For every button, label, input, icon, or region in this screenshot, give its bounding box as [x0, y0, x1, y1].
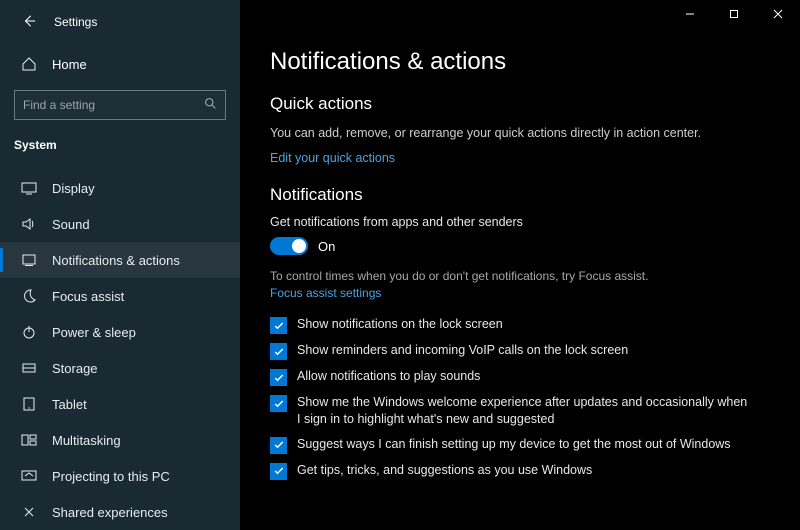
sidebar-item-tablet[interactable]: Tablet [0, 386, 240, 422]
sidebar-item-power-sleep[interactable]: Power & sleep [0, 314, 240, 350]
search-box[interactable] [14, 90, 226, 120]
home-label: Home [52, 57, 87, 72]
quick-actions-heading: Quick actions [270, 94, 770, 114]
sidebar-item-projecting-to-this-pc[interactable]: Projecting to this PC [0, 458, 240, 494]
notifications-toggle-row: On [270, 237, 770, 255]
checkbox[interactable] [270, 463, 287, 480]
sidebar: Settings Home System Display Sound Notific… [0, 0, 240, 530]
close-button[interactable] [756, 0, 800, 28]
checkbox-row: Allow notifications to play sounds [270, 368, 750, 386]
sidebar-item-label: Notifications & actions [52, 253, 180, 268]
page-title: Notifications & actions [270, 48, 770, 76]
notifications-subhead: Get notifications from apps and other se… [270, 215, 770, 229]
checkbox-row: Get tips, tricks, and suggestions as you… [270, 462, 750, 480]
checkbox[interactable] [270, 343, 287, 360]
share-icon [20, 504, 38, 520]
sidebar-item-label: Multitasking [52, 433, 121, 448]
projecting-icon [20, 468, 38, 484]
focus-assist-settings-link[interactable]: Focus assist settings [270, 286, 381, 300]
sidebar-item-display[interactable]: Display [0, 170, 240, 206]
sidebar-item-label: Power & sleep [52, 325, 136, 340]
checkbox-label: Suggest ways I can finish setting up my … [297, 436, 731, 453]
checkbox-row: Show notifications on the lock screen [270, 316, 750, 334]
home-icon [20, 56, 38, 72]
checkbox[interactable] [270, 369, 287, 386]
search-input[interactable] [23, 98, 204, 112]
sound-icon [20, 216, 38, 232]
sidebar-item-label: Storage [52, 361, 98, 376]
sidebar-item-label: Display [52, 181, 95, 196]
notifications-toggle[interactable] [270, 237, 308, 255]
edit-quick-actions-link[interactable]: Edit your quick actions [270, 151, 395, 165]
moon-icon [20, 288, 38, 304]
checkbox[interactable] [270, 317, 287, 334]
bell-icon [20, 252, 38, 268]
quick-actions-desc: You can add, remove, or rearrange your q… [270, 124, 710, 142]
titlebar-controls [668, 0, 800, 28]
window-title: Settings [54, 15, 97, 29]
display-icon [20, 180, 38, 196]
checkbox-row: Suggest ways I can finish setting up my … [270, 436, 750, 454]
sidebar-item-sound[interactable]: Sound [0, 206, 240, 242]
sidebar-item-label: Projecting to this PC [52, 469, 170, 484]
checkbox-row: Show reminders and incoming VoIP calls o… [270, 342, 750, 360]
notifications-toggle-state: On [318, 239, 335, 254]
tablet-icon [20, 396, 38, 412]
sidebar-item-home[interactable]: Home [0, 46, 240, 82]
checkbox-label: Allow notifications to play sounds [297, 368, 480, 385]
checkbox[interactable] [270, 395, 287, 412]
focus-assist-hint: To control times when you do or don't ge… [270, 269, 770, 283]
back-icon[interactable] [22, 14, 36, 30]
sidebar-header: Settings [0, 6, 240, 40]
sidebar-item-label: Sound [52, 217, 90, 232]
power-icon [20, 324, 38, 340]
sidebar-item-label: Focus assist [52, 289, 124, 304]
minimize-button[interactable] [668, 0, 712, 28]
main-panel: Notifications & actions Quick actions Yo… [240, 0, 800, 530]
checkbox-label: Get tips, tricks, and suggestions as you… [297, 462, 592, 479]
notifications-heading: Notifications [270, 185, 770, 205]
maximize-button[interactable] [712, 0, 756, 28]
sidebar-item-focus-assist[interactable]: Focus assist [0, 278, 240, 314]
sidebar-item-label: Tablet [52, 397, 87, 412]
checkbox-row: Show me the Windows welcome experience a… [270, 394, 750, 428]
sidebar-item-storage[interactable]: Storage [0, 350, 240, 386]
checkbox[interactable] [270, 437, 287, 454]
sidebar-category: System [0, 130, 240, 170]
checkbox-label: Show me the Windows welcome experience a… [297, 394, 750, 428]
sidebar-item-notifications-actions[interactable]: Notifications & actions [0, 242, 240, 278]
checkbox-label: Show notifications on the lock screen [297, 316, 503, 333]
sidebar-item-label: Shared experiences [52, 505, 168, 520]
multitask-icon [20, 432, 38, 448]
content: Notifications & actions Quick actions Yo… [240, 12, 800, 508]
search-icon [204, 97, 217, 113]
checkbox-label: Show reminders and incoming VoIP calls o… [297, 342, 628, 359]
sidebar-item-multitasking[interactable]: Multitasking [0, 422, 240, 458]
sidebar-item-shared-experiences[interactable]: Shared experiences [0, 494, 240, 530]
storage-icon [20, 360, 38, 376]
